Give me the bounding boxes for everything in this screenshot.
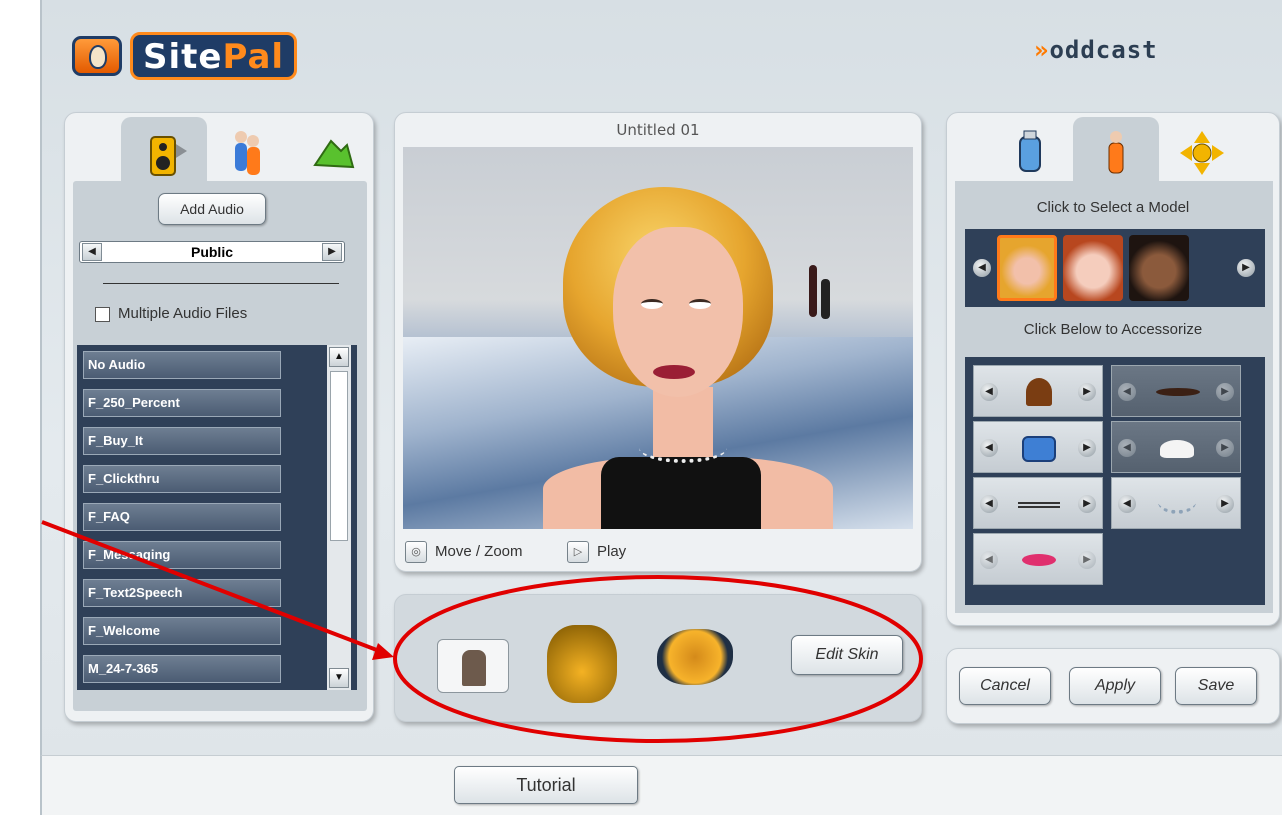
action-panel: Cancel Apply Save: [946, 648, 1280, 724]
audio-tab[interactable]: [121, 117, 207, 189]
accessory-next-button[interactable]: ▶: [1216, 439, 1234, 457]
select-model-label: Click to Select a Model: [1036, 199, 1190, 216]
list-item[interactable]: F_Clickthru: [83, 465, 281, 493]
multiple-audio-checkbox[interactable]: [95, 307, 110, 322]
necklace-icon: [1152, 488, 1202, 520]
list-item[interactable]: F_Buy_It: [83, 427, 281, 455]
accessory-next-button[interactable]: ▶: [1216, 383, 1234, 401]
folder-value: Public: [190, 244, 233, 260]
model-prev-button[interactable]: ◀: [973, 259, 991, 277]
avatar-character: [543, 187, 833, 529]
model-thumb-blonde[interactable]: [997, 235, 1057, 301]
mustache-icon: [1152, 376, 1202, 408]
cap-icon: [1152, 432, 1202, 464]
list-item[interactable]: M_24-7-365: [83, 655, 281, 683]
move-zoom-icon[interactable]: ◎: [405, 541, 427, 563]
list-item[interactable]: F_Text2Speech: [83, 579, 281, 607]
voice-tab[interactable]: [205, 117, 291, 189]
accessory-necklace[interactable]: ◀ ▶: [1111, 477, 1241, 529]
tutorial-button[interactable]: Tutorial: [454, 766, 638, 804]
lips-icon: [1014, 544, 1064, 576]
edit-skin-button[interactable]: Edit Skin: [791, 635, 903, 675]
folder-prev-button[interactable]: ◀: [82, 243, 102, 261]
list-item[interactable]: F_Welcome: [83, 617, 281, 645]
scene-title: Untitled 01: [616, 121, 700, 139]
list-item[interactable]: F_Messaging: [83, 541, 281, 569]
background-tab[interactable]: [289, 117, 375, 189]
scroll-down-button[interactable]: ▼: [329, 668, 349, 688]
play-icon[interactable]: ▷: [567, 541, 589, 563]
folder-selector[interactable]: ◀ Public ▶: [79, 241, 345, 263]
glasses-icon: [1014, 488, 1064, 520]
scroll-thumb[interactable]: [330, 371, 348, 541]
people-icon: [235, 131, 260, 175]
list-item[interactable]: F_FAQ: [83, 503, 281, 531]
accessory-glasses[interactable]: ◀ ▶: [973, 477, 1103, 529]
audio-panel-body: Add Audio ◀ Public ▶ Multiple Audio File…: [73, 181, 367, 711]
accessory-cap[interactable]: ◀ ▶: [1111, 421, 1241, 473]
list-item[interactable]: No Audio: [83, 351, 281, 379]
character-stage[interactable]: [403, 147, 913, 529]
accessory-grid: ◀ ▶ ◀ ▶ ◀ ▶ ◀ ▶ ◀ ▶ ◀ ▶ ◀ ▶: [965, 357, 1265, 605]
stage-panel: Untitled 01 ◎ Move / Zoom ▷ Play: [394, 112, 922, 572]
hair-icon: [1014, 376, 1064, 408]
accessory-lips[interactable]: ◀ ▶: [973, 533, 1103, 585]
mountain-icon: [313, 139, 355, 169]
accessory-mustache[interactable]: ◀ ▶: [1111, 365, 1241, 417]
multiple-audio-label: Multiple Audio Files: [118, 305, 248, 322]
sitepal-logo: SitePal: [72, 32, 302, 82]
skin-preview-plain: [437, 639, 509, 693]
lantern-icon: [1019, 130, 1041, 172]
app-window: SitePal »oddcast Add Audio ◀ Public ▶ Mu…: [40, 0, 1282, 755]
divider: [103, 283, 339, 284]
scroll-up-button[interactable]: ▲: [329, 347, 349, 367]
apply-button[interactable]: Apply: [1069, 667, 1161, 705]
accessory-next-button[interactable]: ▶: [1216, 495, 1234, 513]
accessory-prev-button[interactable]: ◀: [980, 495, 998, 513]
model-tab-person[interactable]: [1073, 117, 1159, 189]
cancel-button[interactable]: Cancel: [959, 667, 1051, 705]
skin-preview-pod: [657, 629, 733, 685]
accessory-hair[interactable]: ◀ ▶: [973, 365, 1103, 417]
footer-bar: Tutorial: [40, 755, 1282, 815]
model-next-button[interactable]: ▶: [1237, 259, 1255, 277]
shirt-icon: [1014, 432, 1064, 464]
audio-list-scrollbar[interactable]: ▲ ▼: [327, 345, 351, 690]
oddcast-logo: »oddcast: [1034, 36, 1158, 64]
accessory-next-button[interactable]: ▶: [1078, 439, 1096, 457]
accessory-next-button[interactable]: ▶: [1078, 495, 1096, 513]
person-icon: [1108, 131, 1124, 174]
accessory-prev-button[interactable]: ◀: [980, 383, 998, 401]
add-audio-button[interactable]: Add Audio: [158, 193, 266, 225]
audio-list: No Audio F_250_Percent F_Buy_It F_Clickt…: [77, 345, 357, 690]
accessory-prev-button[interactable]: ◀: [980, 439, 998, 457]
skin-panel: Edit Skin: [394, 594, 922, 722]
accessory-next-button[interactable]: ▶: [1078, 551, 1096, 569]
speaker-icon: [150, 136, 187, 176]
accessory-shirt[interactable]: ◀ ▶: [973, 421, 1103, 473]
save-button[interactable]: Save: [1175, 667, 1257, 705]
accessory-prev-button[interactable]: ◀: [1118, 439, 1136, 457]
accessory-prev-button[interactable]: ◀: [1118, 383, 1136, 401]
audio-panel: Add Audio ◀ Public ▶ Multiple Audio File…: [64, 112, 374, 722]
accessory-prev-button[interactable]: ◀: [1118, 495, 1136, 513]
model-tab-lantern[interactable]: [987, 117, 1073, 189]
model-selector: ◀ ▶: [965, 229, 1265, 307]
play-label[interactable]: Play: [597, 543, 626, 560]
model-panel: Click to Select a Model ◀ ▶ Click Below …: [946, 112, 1280, 626]
sitepal-face-icon: [72, 36, 122, 76]
folder-next-button[interactable]: ▶: [322, 243, 342, 261]
skin-preview-orb: [547, 625, 617, 703]
accessorize-label: Click Below to Accessorize: [1023, 321, 1203, 338]
accessory-next-button[interactable]: ▶: [1078, 383, 1096, 401]
list-item[interactable]: F_250_Percent: [83, 389, 281, 417]
accessory-prev-button[interactable]: ◀: [980, 551, 998, 569]
sitepal-logo-text: SitePal: [130, 32, 298, 80]
model-thumb-dark[interactable]: [1129, 235, 1189, 301]
model-tab-move[interactable]: [1159, 117, 1245, 189]
move-arrows-icon: [1180, 131, 1224, 175]
move-zoom-label[interactable]: Move / Zoom: [435, 543, 523, 560]
model-thumb-redhead[interactable]: [1063, 235, 1123, 301]
